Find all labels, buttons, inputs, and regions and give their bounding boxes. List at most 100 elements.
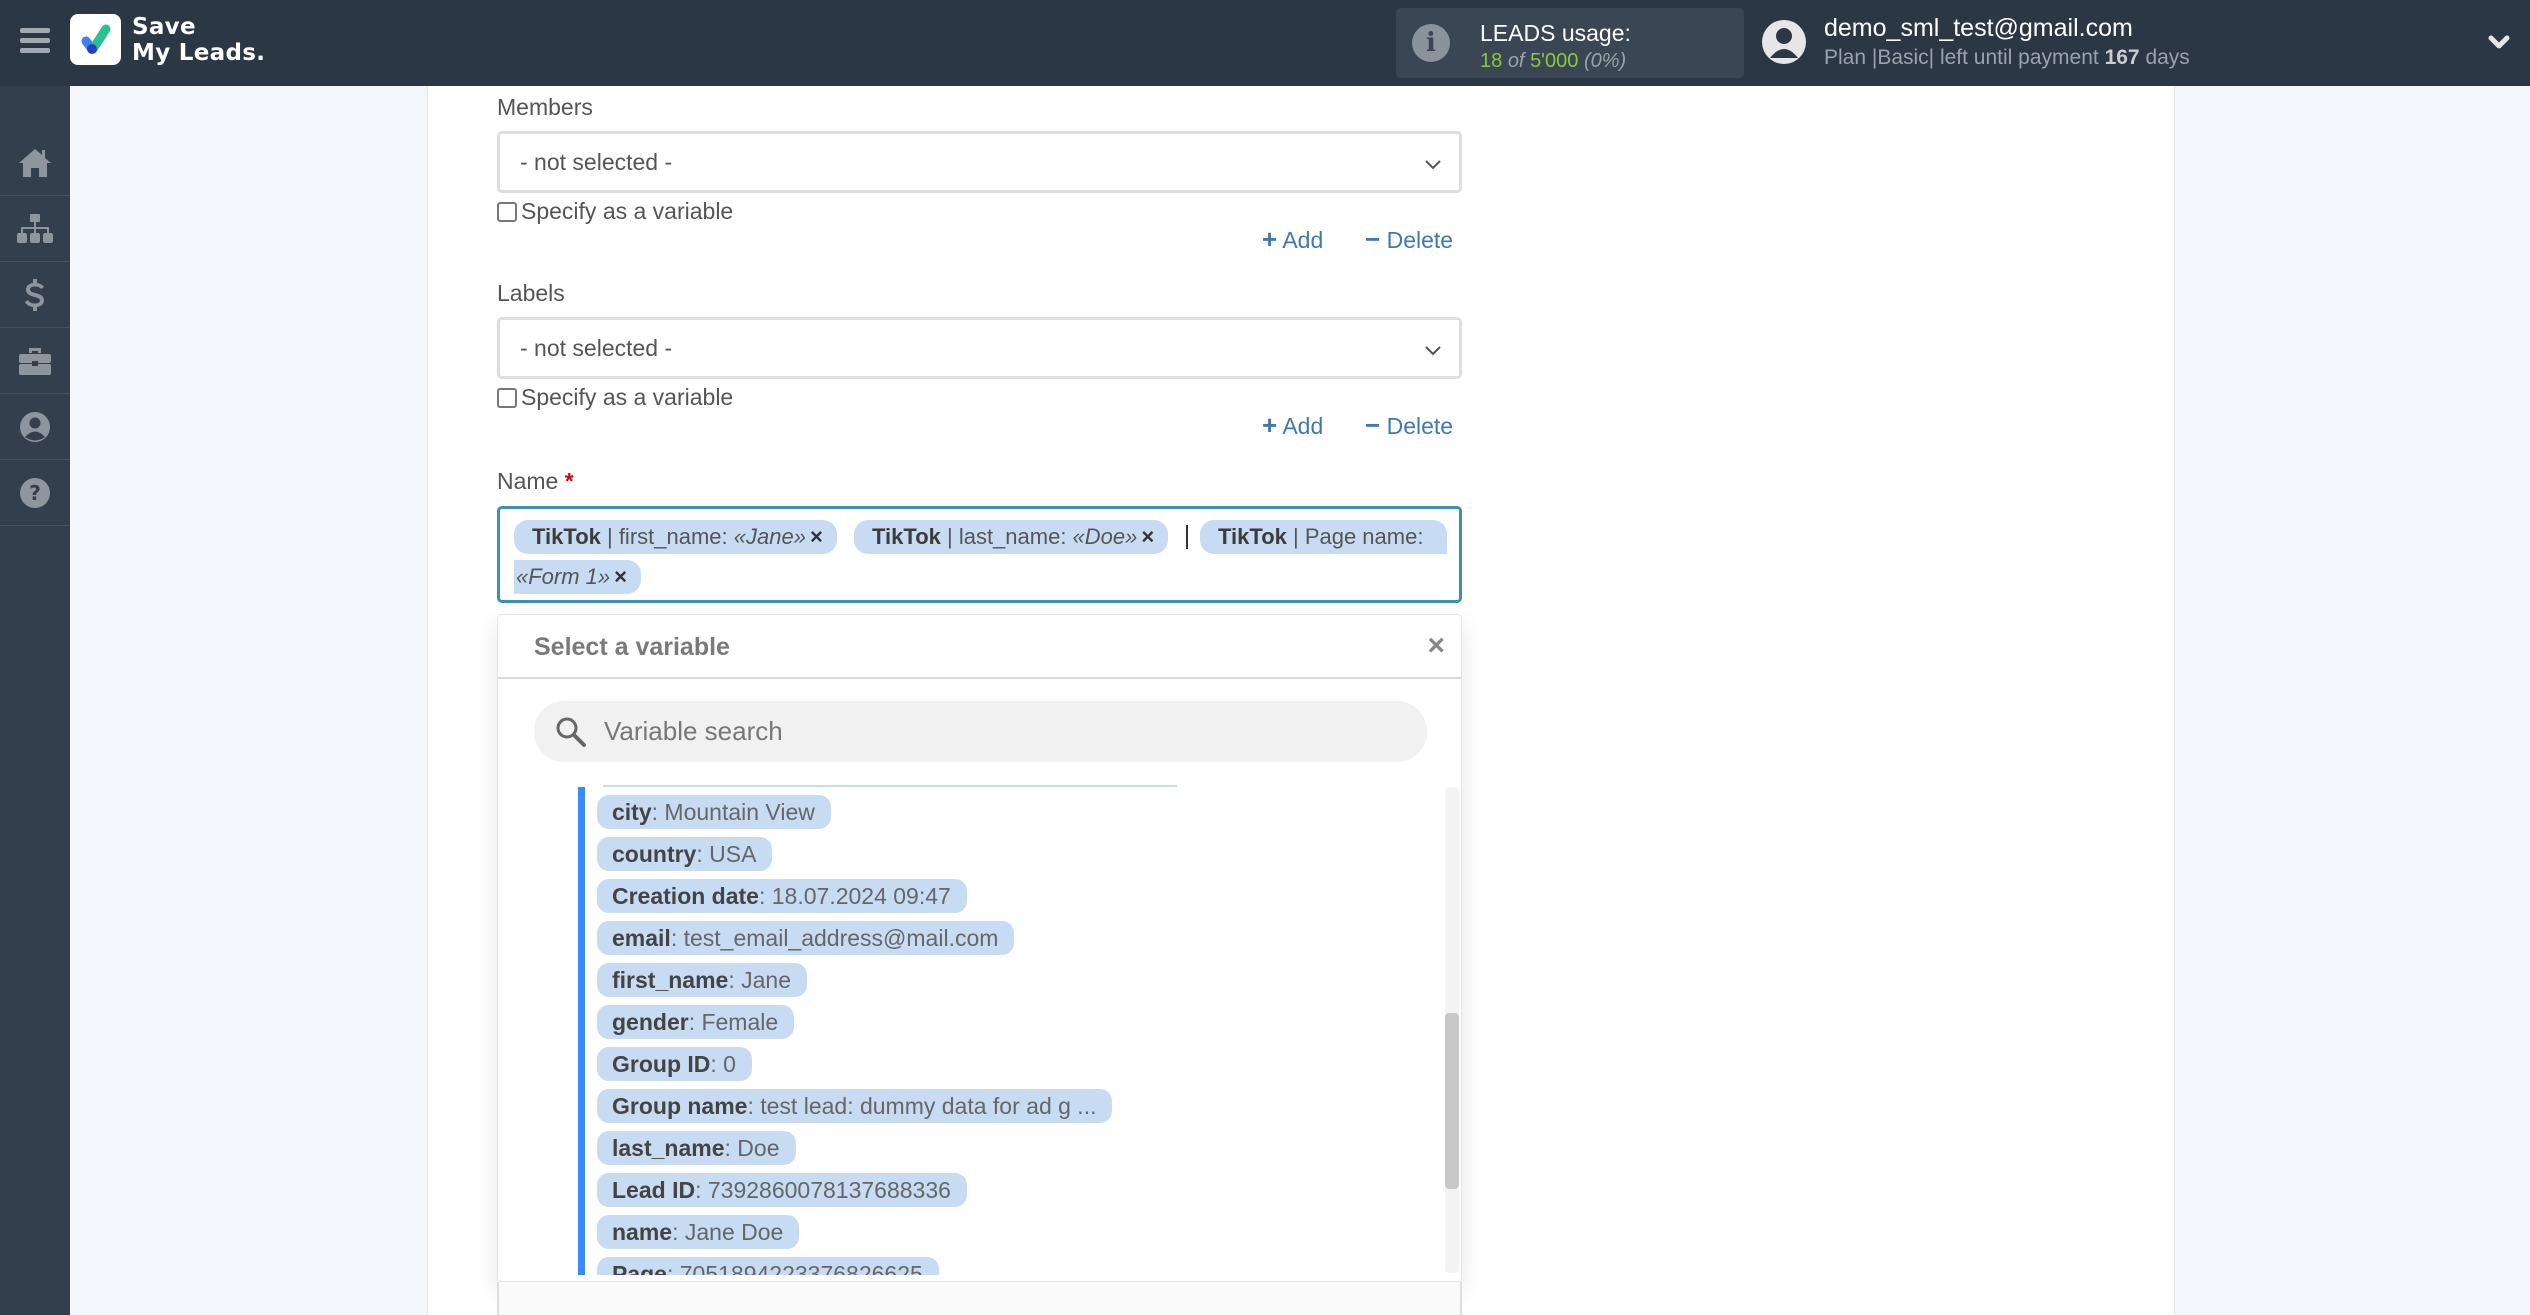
plan-days: 167 [2104,46,2140,69]
variable-key: city [612,799,652,825]
tag-value: «Jane» [733,524,806,549]
add-label: Add [1282,227,1324,253]
labels-specify-variable-checkbox[interactable]: Specify as a variable [497,384,733,411]
usage-used: 18 [1480,50,1503,72]
variable-item[interactable]: first_name: Jane [597,963,807,997]
variable-key: first_name [612,967,729,993]
tag-value: «Form 1» [516,564,611,589]
variable-value: : Jane [728,967,791,993]
sidebar-item-home[interactable] [0,131,70,196]
sidebar: ? [0,86,70,1315]
sitemap-icon [17,214,53,243]
logo-icon[interactable] [70,14,121,65]
members-select[interactable]: - not selected - [497,131,1462,193]
members-specify-variable-checkbox[interactable]: Specify as a variable [497,198,733,225]
sidebar-item-account[interactable] [0,395,70,460]
variable-value: : test lead: dummy data for ad g ... [747,1093,1097,1119]
usage-value: 18 of 5'000 (0%) [1480,50,1626,73]
variable-dropdown: Select a variable × city: Mountain Viewc… [497,614,1462,1282]
members-label: Members [497,94,593,120]
svg-text:?: ? [29,481,41,505]
chevron-down-icon [1425,346,1441,356]
checkbox[interactable] [497,387,517,408]
variable-key: Page [612,1261,667,1275]
variable-value: : Doe [724,1135,780,1161]
variable-search-input[interactable] [604,711,1394,751]
variable-item[interactable]: city: Mountain View [597,795,831,829]
labels-add-button[interactable]: + Add [1262,410,1323,441]
variable-list: city: Mountain View country: USA Creation … [498,785,1438,1275]
plan-prefix: Plan |Basic| left until payment [1824,46,2099,69]
variable-item[interactable]: Creation date: 18.07.2024 09:47 [597,879,967,913]
delete-label: Delete [1386,413,1454,439]
remove-tag-icon[interactable]: × [1141,524,1154,549]
logo-text: Save My Leads. [132,14,265,66]
scrollbar-thumb[interactable] [1445,1013,1459,1189]
variable-key: gender [612,1009,689,1035]
labels-select-value: - not selected - [520,335,673,361]
remove-tag-icon[interactable]: × [810,524,823,549]
sidebar-item-connections[interactable] [0,197,70,262]
variable-item[interactable]: country: USA [597,837,773,871]
top-header: Save My Leads. i LEADS usage: 18 of 5'00… [0,0,2530,86]
variable-item[interactable]: name: Jane Doe [597,1215,800,1249]
usage-total: 5'000 [1530,50,1579,72]
usage-of: of [1507,50,1525,72]
dropdown-title: Select a variable [534,633,730,661]
name-tag[interactable]: TikTok | last_name: «Doe» × [854,520,1169,554]
search-icon [556,717,586,747]
checkbox[interactable] [497,201,517,222]
home-icon [19,149,51,177]
user-avatar-icon[interactable] [1762,20,1806,64]
variable-item[interactable]: gender: Female [597,1005,795,1039]
checkbox-label: Specify as a variable [521,198,734,224]
leads-usage-panel: i LEADS usage: 18 of 5'000 (0%) [1396,8,1744,78]
variable-item[interactable]: Group name: test lead: dummy data for ad… [597,1089,1113,1123]
close-icon[interactable]: × [1427,629,1445,663]
remove-tag-icon[interactable]: × [614,564,627,589]
variable-key: Group name [612,1093,748,1119]
plan-suffix: days [2145,46,2190,69]
variable-key: name [612,1219,673,1245]
variable-item[interactable]: Group ID: 0 [597,1047,752,1081]
usage-title: LEADS usage: [1480,20,1631,46]
delete-label: Delete [1386,227,1454,253]
variable-item[interactable]: email: test_email_address@mail.com [597,921,1015,955]
members-delete-button[interactable]: − Delete [1365,224,1453,255]
required-mark: * [564,468,574,494]
variable-item[interactable]: last_name: Doe [597,1131,796,1165]
name-tag[interactable]: TikTok | Page name: [1200,520,1448,554]
usage-percent: (0%) [1583,50,1627,72]
variable-key: Group ID [612,1051,711,1077]
chevron-down-icon [1425,160,1441,170]
labels-delete-button[interactable]: − Delete [1365,410,1453,441]
divider [498,677,1461,679]
question-circle-icon: ? [20,478,50,508]
variable-search[interactable] [534,701,1427,762]
logo-line2: My Leads. [132,40,266,66]
tag-source: TikTok [532,524,601,549]
info-icon: i [1412,24,1450,62]
variable-item[interactable]: Lead ID: 7392860078137688336 [597,1173,967,1207]
name-label: Name * [497,468,574,495]
members-add-button[interactable]: + Add [1262,224,1323,255]
variable-item[interactable]: Page: 7051894223376826625 [597,1257,939,1275]
variable-value: : USA [696,841,757,867]
sidebar-item-billing[interactable] [0,263,70,328]
labels-label: Labels [497,280,565,306]
chevron-down-icon[interactable] [2484,28,2514,58]
sidebar-item-tools[interactable] [0,329,70,394]
labels-select[interactable]: - not selected - [497,317,1462,379]
user-email[interactable]: demo_sml_test@gmail.com [1824,14,2133,43]
menu-toggle-icon[interactable] [20,28,50,54]
user-circle-icon [20,412,50,442]
name-input[interactable]: TikTok | first_name: «Jane» × TikTok | la… [497,506,1462,603]
name-tag[interactable]: TikTok | first_name: «Jane» × [514,520,837,554]
text-cursor [1186,525,1188,549]
divider [603,785,1177,787]
name-tag-continued[interactable]: «Form 1» × [514,560,642,594]
dollar-icon [25,279,44,311]
variable-key: email [612,925,671,951]
sidebar-item-help[interactable]: ? [0,461,70,526]
members-select-value: - not selected - [520,149,673,175]
